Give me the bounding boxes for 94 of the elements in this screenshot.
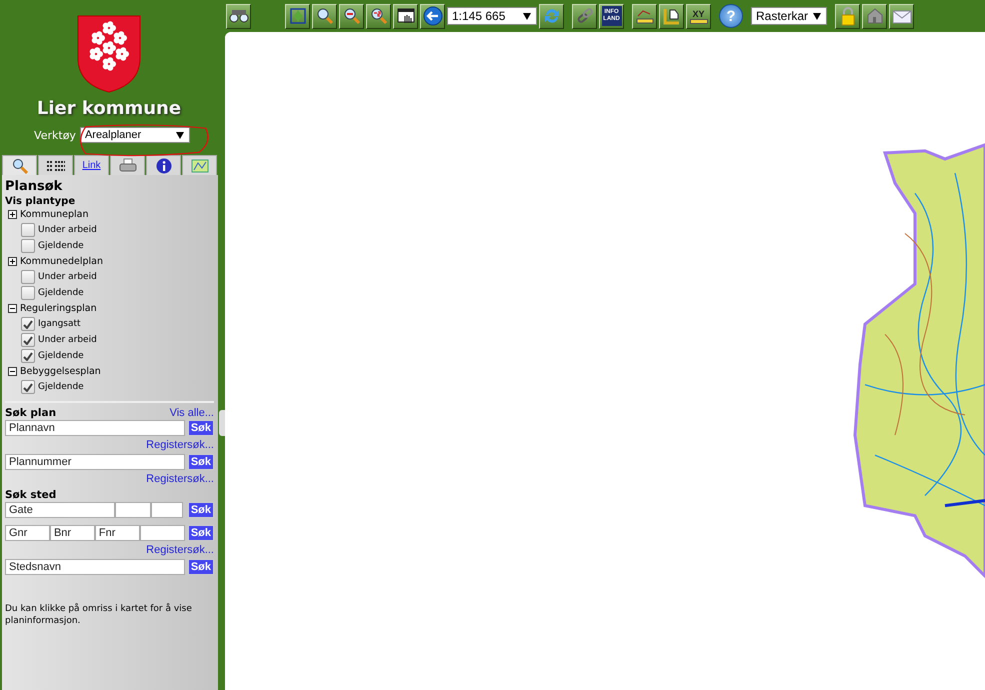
register-search-link[interactable]: Registersøk...: [146, 472, 214, 486]
checkbox[interactable]: [21, 239, 35, 253]
full-extent-icon: [288, 7, 306, 25]
text-field[interactable]: Stedsnavn: [5, 559, 185, 575]
chain-icon: [576, 7, 594, 25]
tab[interactable]: [146, 155, 181, 175]
filter-heading: Vis plantype: [5, 196, 76, 207]
magnifier-icon: [12, 158, 28, 174]
checkbox[interactable]: [21, 349, 35, 363]
pan-button[interactable]: [393, 4, 418, 28]
email-button[interactable]: [889, 4, 914, 28]
tab[interactable]: Link: [74, 155, 109, 175]
checkbox-label: Gjeldende: [38, 288, 84, 298]
house-icon: [866, 7, 884, 25]
link-button[interactable]: [572, 4, 597, 28]
register-search-link[interactable]: Registersøk...: [146, 438, 214, 452]
search-button[interactable]: Søk: [188, 502, 214, 518]
checkbox-label: Under arbeid: [38, 225, 97, 235]
tool-label: Verktøy: [34, 128, 76, 142]
measure-area-button[interactable]: [659, 4, 684, 28]
check-icon: [23, 382, 33, 392]
checkbox-label: Gjeldende: [38, 351, 84, 361]
show-all-link[interactable]: Vis alle...: [170, 407, 214, 419]
tool-dropdown[interactable]: Arealplaner: [80, 127, 190, 143]
plan-type-label: Kommunedelplan: [20, 256, 103, 267]
dropdown[interactable]: 1:145 665: [447, 7, 537, 25]
printer-icon: [118, 158, 136, 174]
text-field[interactable]: Plannavn: [5, 420, 185, 436]
envelope-icon: [892, 8, 912, 24]
dropdown-arrow-icon: [176, 132, 184, 138]
zoom-extent-button[interactable]: [285, 4, 310, 28]
collapse-icon[interactable]: [8, 367, 17, 376]
zoom-step-button[interactable]: [366, 4, 391, 28]
dropdown[interactable]: Rasterkar: [751, 7, 827, 25]
text-field[interactable]: [115, 502, 151, 518]
info-icon: [156, 158, 172, 174]
text-field[interactable]: [151, 502, 183, 518]
panel-title: Plansøk: [5, 179, 64, 194]
dropdown-arrow-icon: [813, 12, 821, 20]
padlock-icon: [838, 6, 856, 26]
expand-icon[interactable]: [8, 257, 17, 266]
panel-collapse-handle[interactable]: [219, 410, 225, 436]
collapse-icon[interactable]: [8, 304, 17, 313]
ruler-icon: [690, 18, 708, 24]
checkbox-label: Gjeldende: [38, 382, 84, 392]
checkbox[interactable]: [21, 270, 35, 284]
home-button[interactable]: [862, 4, 887, 28]
dropdown-arrow-icon: [523, 12, 531, 20]
expand-icon[interactable]: [8, 210, 17, 219]
search-button[interactable]: Søk: [188, 420, 214, 436]
tab[interactable]: [38, 155, 73, 175]
checkbox[interactable]: [21, 333, 35, 347]
search-button[interactable]: Søk: [188, 454, 214, 470]
ruler-area-icon: [662, 7, 682, 25]
checkbox-label: Under arbeid: [38, 335, 97, 345]
refresh-button[interactable]: [539, 4, 564, 28]
help-text: Du kan klikke på omriss i kartet for å vise planinformasjon.: [5, 603, 193, 627]
search-button[interactable]: Søk: [188, 525, 214, 541]
section-heading: Søk sted: [5, 489, 56, 501]
zoom-out-icon: [370, 7, 388, 25]
register-search-link[interactable]: Registersøk...: [146, 543, 214, 557]
list-icon: [46, 160, 66, 172]
lock-button[interactable]: [835, 4, 860, 28]
checkbox[interactable]: [21, 286, 35, 300]
binoculars-icon: [228, 9, 248, 23]
checkbox-label: Under arbeid: [38, 272, 97, 282]
tab[interactable]: [110, 155, 145, 175]
checkbox[interactable]: [21, 223, 35, 237]
text-field[interactable]: Gnr: [5, 525, 50, 541]
checkbox[interactable]: [21, 380, 35, 394]
measure-distance-button[interactable]: [632, 4, 657, 28]
checkbox-label: Igangsatt: [38, 319, 81, 329]
text-field[interactable]: Gate: [5, 502, 115, 518]
text-field[interactable]: Plannummer: [5, 454, 185, 470]
text-field[interactable]: [140, 525, 185, 541]
text-field[interactable]: Fnr: [94, 525, 140, 541]
zoom-in-button[interactable]: [312, 4, 337, 28]
checkbox[interactable]: [21, 317, 35, 331]
search-button[interactable]: Søk: [188, 559, 214, 575]
plan-type-label: Reguleringsplan: [20, 303, 97, 314]
section-heading: Søk plan: [5, 407, 56, 419]
plan-type-label: Bebyggelsesplan: [20, 366, 101, 377]
zoom-in-icon: [316, 7, 334, 25]
binoculars-button[interactable]: [226, 4, 251, 28]
plan-type-label: Kommuneplan: [20, 209, 88, 220]
checkbox-label: Gjeldende: [38, 241, 84, 251]
zoom-out-button[interactable]: [339, 4, 364, 28]
tab[interactable]: [2, 155, 37, 176]
municipality-title: Lier kommune: [36, 98, 182, 119]
coordinate-button[interactable]: XY: [686, 4, 711, 28]
map-icon: [190, 158, 208, 172]
back-button[interactable]: [420, 4, 445, 28]
zoom-out-icon: [342, 7, 360, 25]
text-field[interactable]: Bnr: [50, 525, 95, 541]
